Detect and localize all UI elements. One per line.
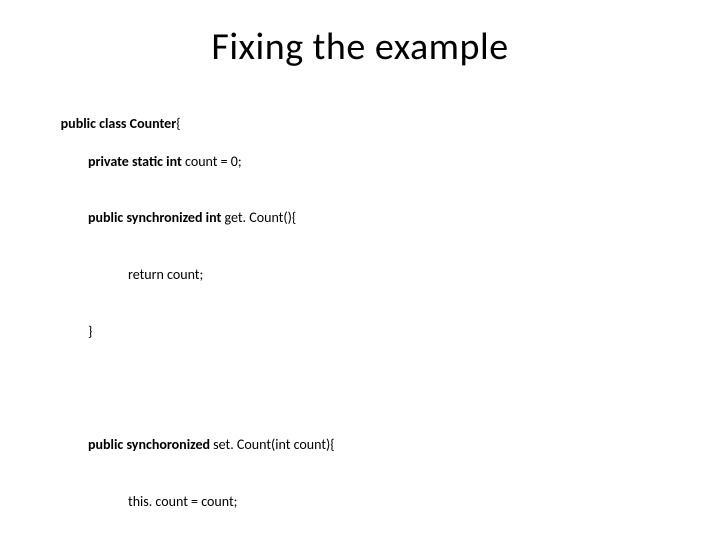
code-text: set. Count(int count){: [213, 436, 335, 453]
code-blank: [48, 379, 672, 398]
code-kw: private static int: [88, 153, 182, 170]
code-kw: public synchoronized: [88, 436, 213, 453]
code-line-7: this. count = count;: [48, 493, 672, 512]
code-text: count = 0;: [182, 153, 242, 170]
code-line-5: }: [48, 323, 672, 342]
code-line-4: return count;: [48, 266, 672, 285]
code-block: public class Counter{ private static int…: [48, 96, 672, 540]
code-text: get. Count(){: [221, 209, 296, 226]
code-line-1: public class Counter{: [61, 115, 181, 132]
slide-title: Fixing the example: [48, 24, 672, 70]
slide: Fixing the example public class Counter{…: [0, 0, 720, 540]
code-line-6: public synchoronized set. Count(int coun…: [48, 436, 672, 455]
code-text: {: [176, 115, 180, 132]
code-kw: public class Counter: [61, 115, 177, 132]
code-line-2: private static int count = 0;: [48, 153, 672, 172]
code-kw: public synchronized int: [88, 209, 221, 226]
code-line-3: public synchronized int get. Count(){: [48, 209, 672, 228]
